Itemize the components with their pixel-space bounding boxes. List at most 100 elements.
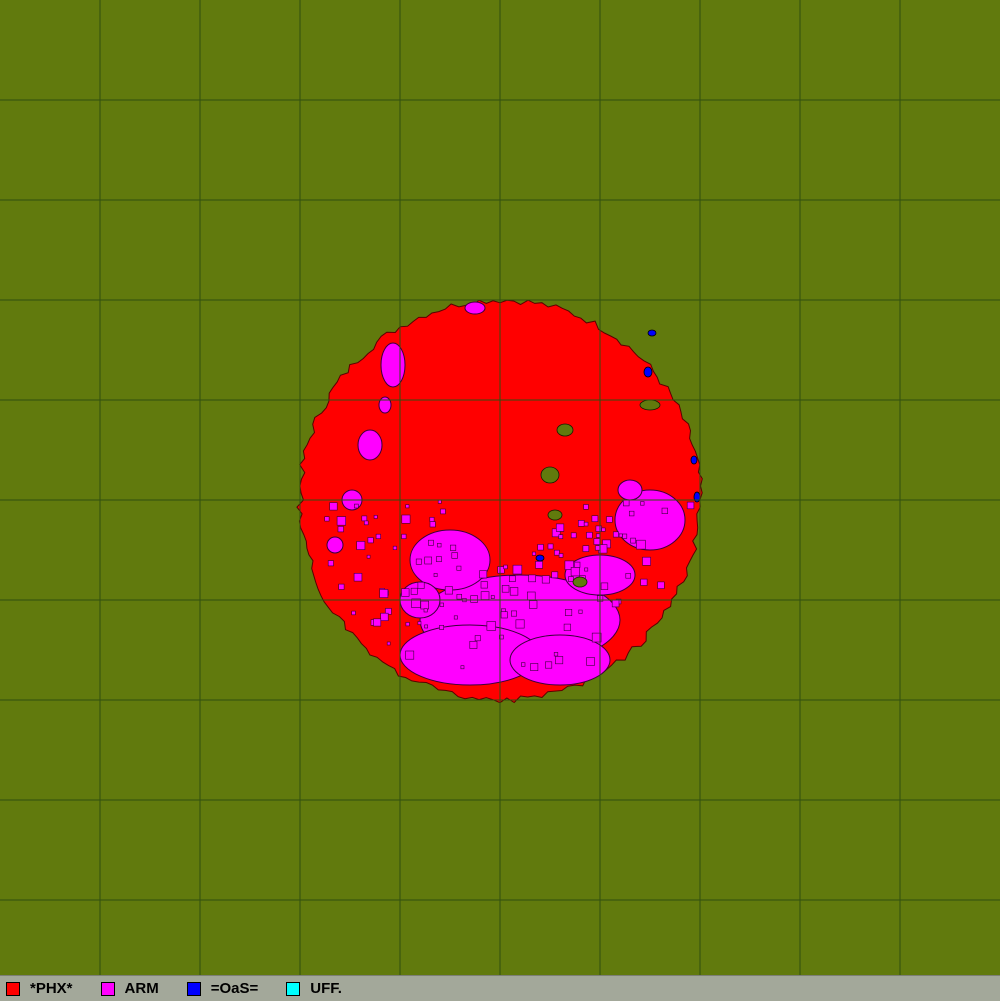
arm-speck [405,650,415,660]
arm-speck [386,641,391,646]
legend-label-phx: *PHX* [30,980,73,997]
arm-speck [424,556,433,565]
legend-bar: *PHX* ARM =OaS= UFF. [0,975,1000,1001]
arm-speck [401,533,407,540]
legend-label-uff: UFF. [310,980,342,997]
arm-speck [541,575,550,584]
arm-speck [460,665,465,670]
arm-speck [405,622,410,627]
oas-territory [535,554,545,562]
legend-item-uff[interactable]: UFF. [286,980,342,997]
arm-speck [584,567,589,572]
arm-speck [640,501,645,506]
arm-speck [439,624,444,630]
arm-speck [428,539,434,546]
arm-speck [361,515,368,522]
arm-speck [440,508,446,515]
arm-speck [551,571,559,579]
arm-speck [327,560,334,567]
arm-speck [324,516,330,522]
game-map[interactable] [0,0,1000,975]
arm-speck [353,572,363,582]
arm-speck [515,619,525,629]
arm-speck [565,608,573,616]
legend-swatch-oas [186,981,201,996]
arm-speck [661,507,668,515]
arm-speck [510,610,517,617]
arm-speck [424,624,429,629]
arm-speck [591,515,599,523]
arm-speck [611,599,620,608]
arm-speck [578,609,583,614]
arm-speck [490,595,495,599]
arm-speck [526,591,536,601]
arm-speck [558,534,564,540]
oas-territory [643,366,653,378]
arm-speck [601,527,606,532]
arm-speck [375,533,381,540]
arm-speck [354,503,359,509]
arm-speck [595,545,601,551]
arm-territory [378,396,392,414]
arm-speck [417,621,422,625]
arm-speck [630,537,636,544]
legend-item-phx[interactable]: *PHX* [6,980,73,997]
arm-speck [420,600,429,610]
arm-speck [356,541,366,550]
arm-territory [380,342,406,388]
arm-speck [582,545,590,552]
arm-speck [497,566,505,574]
arm-speck [583,504,589,510]
arm-speck [600,582,609,590]
arm-speck [456,565,462,571]
arm-speck [329,502,338,511]
arm-speck [593,538,601,545]
arm-speck [437,542,442,548]
arm-speck [530,663,539,672]
arm-speck [366,554,371,559]
arm-speck [380,612,389,622]
arm-speck [595,533,601,538]
unclaimed-patch [556,423,574,437]
arm-speck [570,532,577,539]
arm-speck [379,589,389,598]
arm-speck [480,591,490,600]
arm-speck [535,560,543,569]
unclaimed-patch [540,466,560,484]
arm-speck [351,610,356,616]
arm-speck [509,587,519,596]
arm-speck [574,561,581,568]
arm-speck [636,539,646,550]
legend-item-oas[interactable]: =OaS= [186,980,258,997]
arm-speck [612,531,619,538]
arm-speck [622,499,630,507]
arm-speck [657,581,665,589]
arm-territory [357,429,383,461]
arm-speck [563,623,571,631]
arm-speck [367,537,374,544]
arm-speck [625,573,631,579]
legend-swatch-phx [6,981,20,996]
arm-speck [554,549,560,556]
arm-speck [531,551,536,556]
arm-speck [439,602,444,607]
arm-speck [555,523,565,532]
arm-speck [577,520,585,527]
arm-speck [401,514,411,524]
arm-speck [553,652,559,657]
unclaimed-patch [572,576,588,588]
arm-speck [470,595,478,603]
arm-speck [555,656,564,665]
arm-speck [503,564,508,570]
arm-speck [429,516,435,522]
legend-swatch-arm [100,981,115,996]
arm-speck [480,581,488,589]
arm-speck [570,567,580,577]
arm-speck [521,662,526,667]
legend-item-arm[interactable]: ARM [100,980,159,997]
arm-speck [501,585,510,593]
oas-territory [647,329,657,337]
legend-swatch-uff [286,981,301,996]
arm-speck [373,618,382,627]
arm-speck [479,570,488,579]
